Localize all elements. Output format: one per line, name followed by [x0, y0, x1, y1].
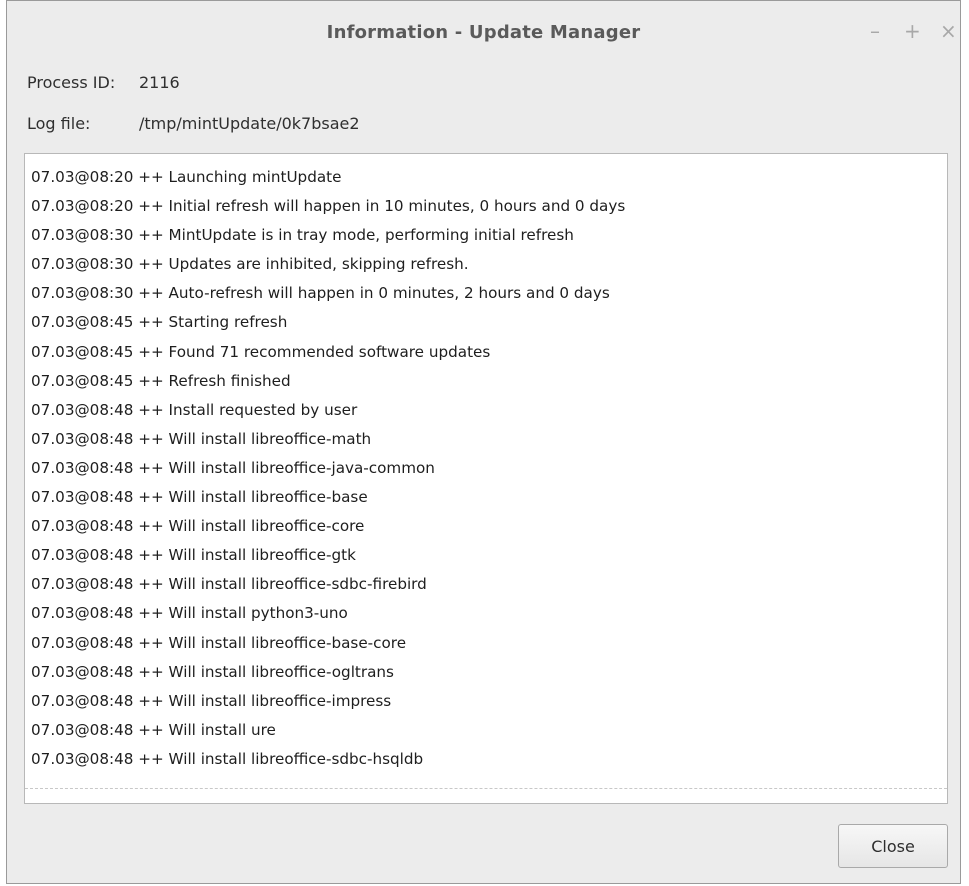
log-line: 07.03@08:48 ++ Will install ure	[31, 720, 276, 739]
update-manager-info-window: Information - Update Manager – + × Proce…	[6, 0, 961, 884]
log-line: 07.03@08:48 ++ Will install libreoffice-…	[31, 429, 372, 448]
log-line: 07.03@08:20 ++ Launching mintUpdate	[31, 168, 342, 186]
log-line: 07.03@08:45 ++ Found 71 recommended soft…	[31, 342, 491, 361]
log-line: 07.03@08:48 ++ Will install libreoffice-…	[31, 488, 368, 507]
log-line: 07.03@08:30 ++ Auto-refresh will happen …	[31, 284, 610, 303]
log-line: 07.03@08:48 ++ Will install libreoffice-…	[31, 691, 392, 710]
log-file-label: Log file:	[27, 114, 91, 133]
process-id-value: 2116	[139, 73, 180, 92]
window-title: Information - Update Manager	[326, 21, 641, 43]
log-line: 07.03@08:48 ++ Will install libreoffice-…	[31, 517, 365, 536]
process-id-row: Process ID: 2116	[27, 73, 180, 92]
log-line: 07.03@08:48 ++ Will install libreoffice-…	[31, 546, 356, 565]
maximize-icon[interactable]: +	[904, 19, 921, 43]
log-line: 07.03@08:45 ++ Refresh finished	[31, 371, 291, 390]
log-file-row: Log file: /tmp/mintUpdate/0k7bsae2	[27, 114, 360, 133]
log-line: 07.03@08:30 ++ Updates are inhibited, sk…	[31, 255, 469, 274]
process-id-label: Process ID:	[27, 73, 116, 92]
log-line: 07.03@08:48 ++ Will install python3-uno	[31, 604, 348, 623]
log-file-path: /tmp/mintUpdate/0k7bsae2	[139, 114, 360, 133]
log-line: 07.03@08:48 ++ Will install libreoffice-…	[31, 662, 394, 681]
log-line: 07.03@08:30 ++ MintUpdate is in tray mod…	[31, 226, 574, 245]
log-line: 07.03@08:48 ++ Will install libreoffice-…	[31, 575, 427, 594]
log-line: 07.03@08:20 ++ Initial refresh will happ…	[31, 197, 626, 216]
log-line: 07.03@08:48 ++ Install requested by user	[31, 400, 358, 419]
log-overflow-fade	[25, 788, 947, 803]
log-lines: 07.03@08:20 ++ Launching mintUpdate 07.03…	[25, 154, 947, 774]
close-button[interactable]: Close	[838, 824, 948, 868]
window-controls: – + ×	[868, 19, 957, 43]
minimize-icon[interactable]: –	[868, 19, 882, 43]
log-text-view[interactable]: 07.03@08:20 ++ Launching mintUpdate 07.03…	[24, 153, 948, 804]
log-line: 07.03@08:45 ++ Starting refresh	[31, 313, 288, 332]
log-line: 07.03@08:48 ++ Will install libreoffice-…	[31, 633, 407, 652]
log-line: 07.03@08:48 ++ Will install libreoffice-…	[31, 749, 424, 768]
title-bar[interactable]: Information - Update Manager – + ×	[7, 1, 960, 63]
log-line: 07.03@08:48 ++ Will install libreoffice-…	[31, 458, 435, 477]
close-icon[interactable]: ×	[940, 19, 957, 43]
